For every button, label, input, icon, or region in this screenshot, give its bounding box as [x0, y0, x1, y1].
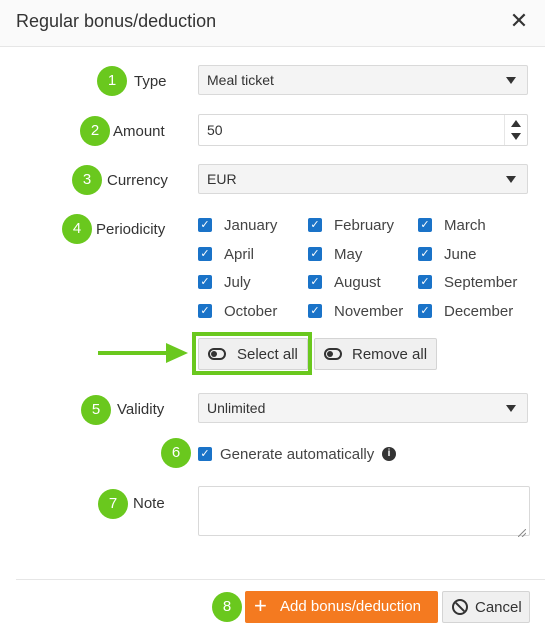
dialog-title: Regular bonus/deduction: [16, 11, 217, 31]
currency-select-value: EUR: [207, 171, 237, 187]
step-badge-amount: 2: [80, 116, 110, 146]
remove-all-button[interactable]: Remove all: [314, 338, 437, 370]
month-label: April: [224, 246, 255, 263]
month-label: March: [444, 217, 486, 234]
dialog-header: Regular bonus/deduction ✕: [0, 0, 545, 47]
generate-automatically-label: Generate automatically: [220, 446, 375, 463]
chevron-down-icon: [506, 77, 516, 84]
checkbox-checked-icon[interactable]: ✓: [418, 275, 432, 289]
amount-input[interactable]: 50: [198, 114, 528, 146]
amount-stepper[interactable]: [504, 115, 527, 145]
select-all-highlight: [192, 332, 312, 375]
month-label: August: [334, 274, 381, 291]
plus-icon: +: [254, 593, 267, 618]
ban-icon: [452, 599, 468, 615]
validity-select[interactable]: Unlimited: [198, 393, 528, 423]
currency-label: Currency: [107, 172, 168, 189]
amount-label: Amount: [113, 123, 165, 140]
chevron-down-icon: [506, 176, 516, 183]
step-badge-validity: 5: [81, 395, 111, 425]
month-label: June: [444, 246, 477, 263]
add-bonus-deduction-button[interactable]: + Add bonus/deduction: [245, 591, 438, 623]
month-label: October: [224, 303, 278, 320]
checkbox-checked-icon[interactable]: ✓: [198, 275, 212, 289]
toggle-off-icon: [324, 348, 342, 360]
type-label: Type: [134, 73, 167, 90]
stepper-down-icon[interactable]: [511, 133, 521, 140]
amount-input-value: 50: [207, 122, 223, 138]
month-label: December: [444, 303, 514, 320]
step-badge-periodicity: 4: [62, 214, 92, 244]
month-label: July: [224, 274, 251, 291]
step-badge-submit: 8: [212, 592, 242, 622]
info-icon[interactable]: i: [382, 447, 396, 461]
checkbox-checked-icon[interactable]: ✓: [198, 304, 212, 318]
checkbox-checked-icon[interactable]: ✓: [308, 218, 322, 232]
step-badge-currency: 3: [72, 165, 102, 195]
checkbox-checked-icon[interactable]: ✓: [418, 304, 432, 318]
toggle-knob: [327, 351, 333, 357]
checkbox-checked-icon[interactable]: ✓: [198, 218, 212, 232]
arrow-icon: [98, 351, 170, 355]
step-badge-generate: 6: [161, 438, 191, 468]
dialog: Regular bonus/deduction ✕ 1 Type Meal ti…: [0, 0, 545, 638]
note-label: Note: [133, 495, 165, 512]
periodicity-label: Periodicity: [96, 221, 166, 238]
checkbox-checked-icon[interactable]: ✓: [198, 447, 212, 461]
chevron-down-icon: [506, 405, 516, 412]
validity-select-value: Unlimited: [207, 400, 266, 416]
month-label: February: [334, 217, 395, 234]
footer-divider: [16, 579, 545, 580]
close-icon[interactable]: ✕: [507, 9, 531, 33]
cancel-button[interactable]: Cancel: [442, 591, 530, 623]
checkbox-checked-icon[interactable]: ✓: [308, 275, 322, 289]
note-textarea[interactable]: [198, 486, 530, 536]
type-select[interactable]: Meal ticket: [198, 65, 528, 95]
stepper-up-icon[interactable]: [511, 120, 521, 127]
month-label: January: [224, 217, 278, 234]
arrow-head-icon: [166, 343, 188, 363]
step-badge-type: 1: [97, 66, 127, 96]
checkbox-checked-icon[interactable]: ✓: [418, 218, 432, 232]
checkbox-checked-icon[interactable]: ✓: [308, 247, 322, 261]
type-select-value: Meal ticket: [207, 72, 274, 88]
add-bonus-deduction-label: Add bonus/deduction: [280, 598, 421, 615]
currency-select[interactable]: EUR: [198, 164, 528, 194]
month-label: May: [334, 246, 363, 263]
cancel-label: Cancel: [475, 599, 522, 616]
resize-handle-icon[interactable]: [517, 524, 527, 538]
checkbox-checked-icon[interactable]: ✓: [418, 247, 432, 261]
remove-all-label: Remove all: [352, 346, 428, 363]
validity-label: Validity: [117, 401, 165, 418]
month-label: September: [444, 274, 518, 291]
step-badge-note: 7: [98, 489, 128, 519]
checkbox-checked-icon[interactable]: ✓: [198, 247, 212, 261]
checkbox-checked-icon[interactable]: ✓: [308, 304, 322, 318]
month-label: November: [334, 303, 404, 320]
